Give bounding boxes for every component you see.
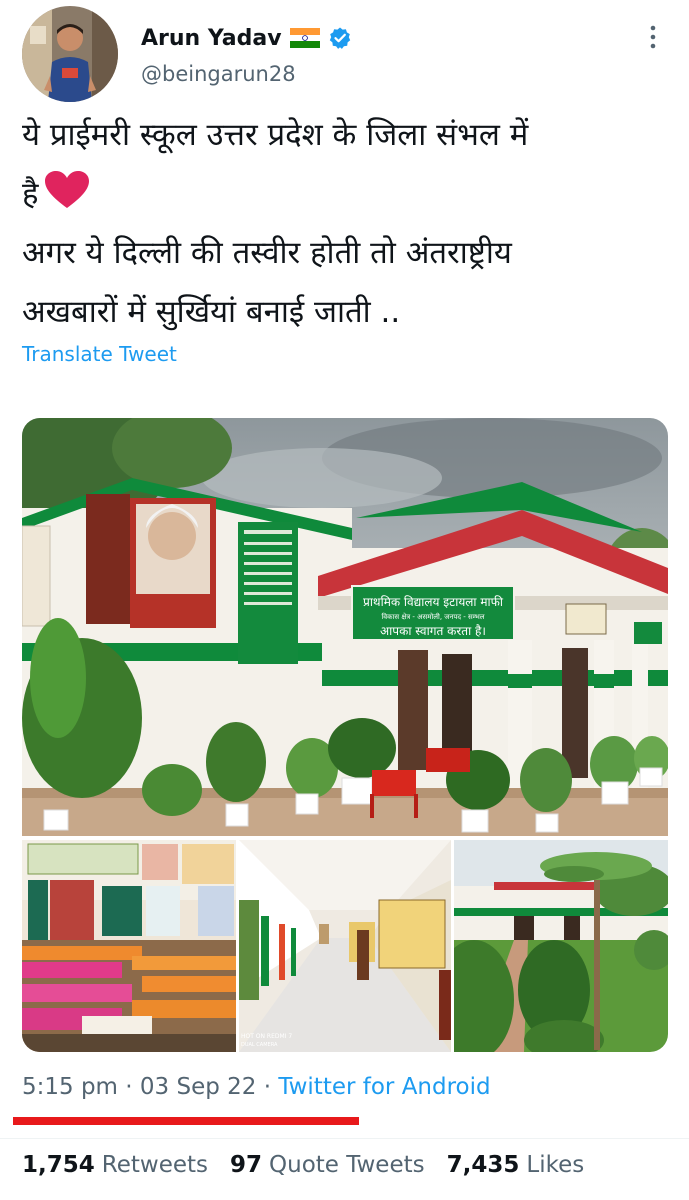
india-flag-icon — [289, 28, 320, 48]
author-name[interactable]: Arun Yadav — [141, 26, 282, 51]
likes-count: 7,435 — [446, 1152, 520, 1178]
school-exterior-photo[interactable]: प्राथमिक विद्यालय इटायला माफी विकास क्षे… — [22, 418, 668, 836]
tweet-line: अगर ये दिल्ली की तस्वीर होती तो अंतराष्ट… — [22, 235, 512, 271]
more-options-icon[interactable] — [640, 20, 666, 54]
camera-watermark-2: DUAL CAMERA — [241, 1042, 278, 1048]
retweets-count: 1,754 — [22, 1152, 95, 1178]
classroom-photo[interactable] — [22, 840, 236, 1052]
retweets-stat[interactable]: 1,754 Retweets — [22, 1152, 208, 1178]
verified-badge-icon — [328, 26, 352, 50]
tweet-line: अखबारों में सुर्खियां बनाई जाती .. — [22, 294, 401, 330]
tweet-line-with-heart: है — [22, 165, 672, 224]
tweet-meta: 5:15 pm · 03 Sep 22 · Twitter for Androi… — [22, 1074, 491, 1100]
meta-separator: · — [125, 1074, 133, 1100]
tweet-source-link[interactable]: Twitter for Android — [278, 1074, 490, 1100]
garden-photo[interactable] — [454, 840, 668, 1052]
red-heart-icon — [44, 170, 90, 210]
corridor-photo[interactable]: HOT ON REDMI 7 DUAL CAMERA — [239, 840, 451, 1052]
author-name-row[interactable]: Arun Yadav — [141, 18, 352, 58]
school-sign-title: प्राथमिक विद्यालय इटायला माफी — [363, 595, 504, 609]
school-sign-subtitle: विकास क्षेत्र - असमोली, जनपद - सम्भल — [381, 612, 484, 621]
school-welcome-banner: आपका स्वागत करता है। — [380, 624, 486, 638]
tweet-date[interactable]: 03 Sep 22 — [140, 1074, 257, 1100]
translate-tweet-link[interactable]: Translate Tweet — [22, 342, 177, 366]
tweet-line: ये प्राईमरी स्कूल उत्तर प्रदेश के जिला स… — [22, 117, 529, 153]
avatar[interactable] — [22, 6, 118, 102]
quote-tweets-count: 97 — [230, 1152, 263, 1178]
tweet-time[interactable]: 5:15 pm — [22, 1074, 118, 1100]
tweet-line: है — [22, 176, 39, 212]
author-handle[interactable]: @beingarun28 — [141, 62, 296, 86]
retweets-label: Retweets — [101, 1152, 208, 1178]
likes-stat[interactable]: 7,435 Likes — [447, 1152, 585, 1178]
quote-tweets-stat[interactable]: 97 Quote Tweets — [230, 1152, 425, 1178]
camera-watermark-1: HOT ON REDMI 7 — [241, 1033, 292, 1040]
avatar-image — [22, 6, 118, 102]
red-annotation-underline — [13, 1117, 359, 1125]
stats-divider — [0, 1138, 689, 1139]
likes-label: Likes — [526, 1152, 585, 1178]
tweet-text: ये प्राईमरी स्कूल उत्तर प्रदेश के जिला स… — [22, 106, 672, 342]
tweet-stats: 1,754 Retweets 97 Quote Tweets 7,435 Likes — [22, 1152, 584, 1178]
quote-tweets-label: Quote Tweets — [269, 1152, 425, 1178]
tweet-media-grid[interactable]: प्राथमिक विद्यालय इटायला माफी विकास क्षे… — [22, 418, 668, 1052]
meta-separator: · — [263, 1074, 272, 1100]
